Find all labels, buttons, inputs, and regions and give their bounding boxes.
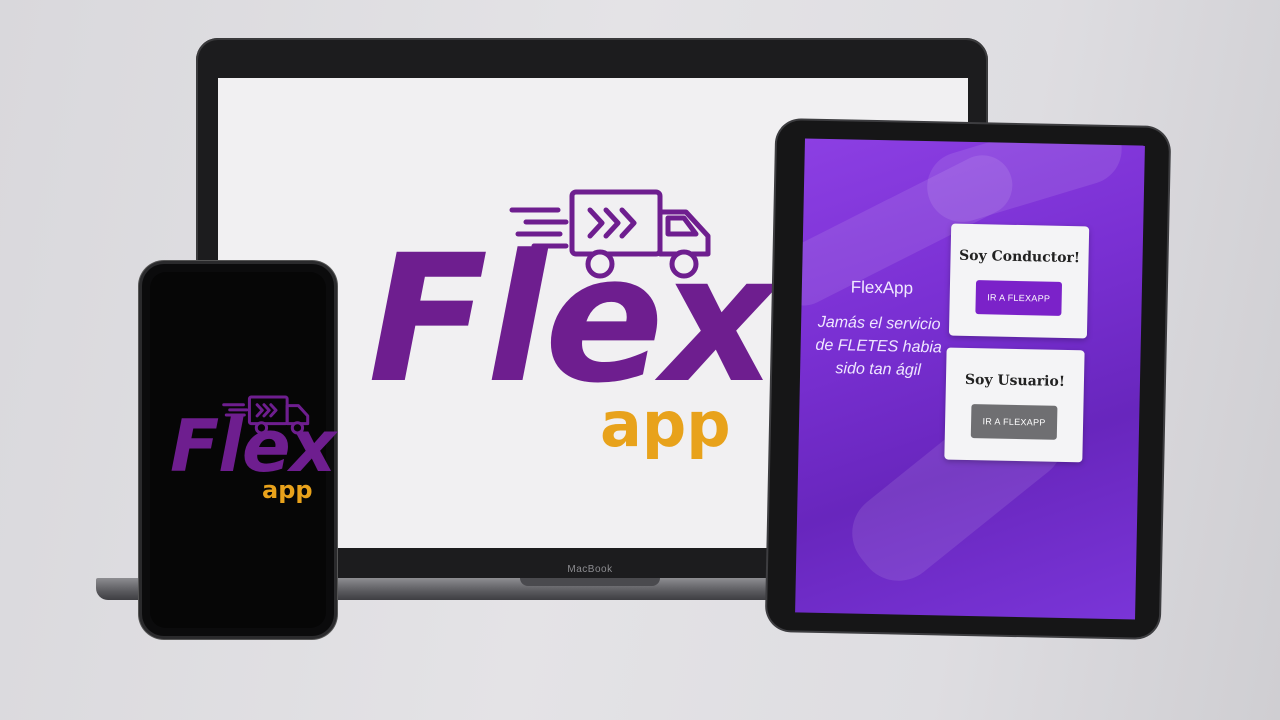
background-streak	[918, 138, 1131, 231]
macbook-label: MacBook	[567, 564, 613, 575]
logo-flex-text: Flex	[368, 217, 775, 422]
user-go-button[interactable]: IR A FLEXAPP	[970, 404, 1058, 440]
app-name: FlexApp	[850, 277, 914, 298]
driver-card: Soy Conductor! IR A FLEXAPP	[948, 223, 1090, 339]
driver-go-button[interactable]: IR A FLEXAPP	[975, 280, 1063, 316]
tagline: Jamás el servicio de FLETES habia sido t…	[815, 313, 942, 379]
driver-card-title: Soy Conductor!	[958, 247, 1081, 267]
tablet-screen: FlexApp Jamás el servicio de FLETES habi…	[795, 138, 1145, 620]
user-card: Soy Usuario! IR A FLEXAPP	[944, 347, 1085, 463]
user-card-title: Soy Usuario!	[964, 371, 1066, 390]
logo-app-text: app	[262, 476, 313, 504]
laptop-notch	[520, 578, 660, 586]
logo-app-text: app	[600, 388, 731, 461]
logo-flex-text: Flex	[170, 404, 336, 488]
